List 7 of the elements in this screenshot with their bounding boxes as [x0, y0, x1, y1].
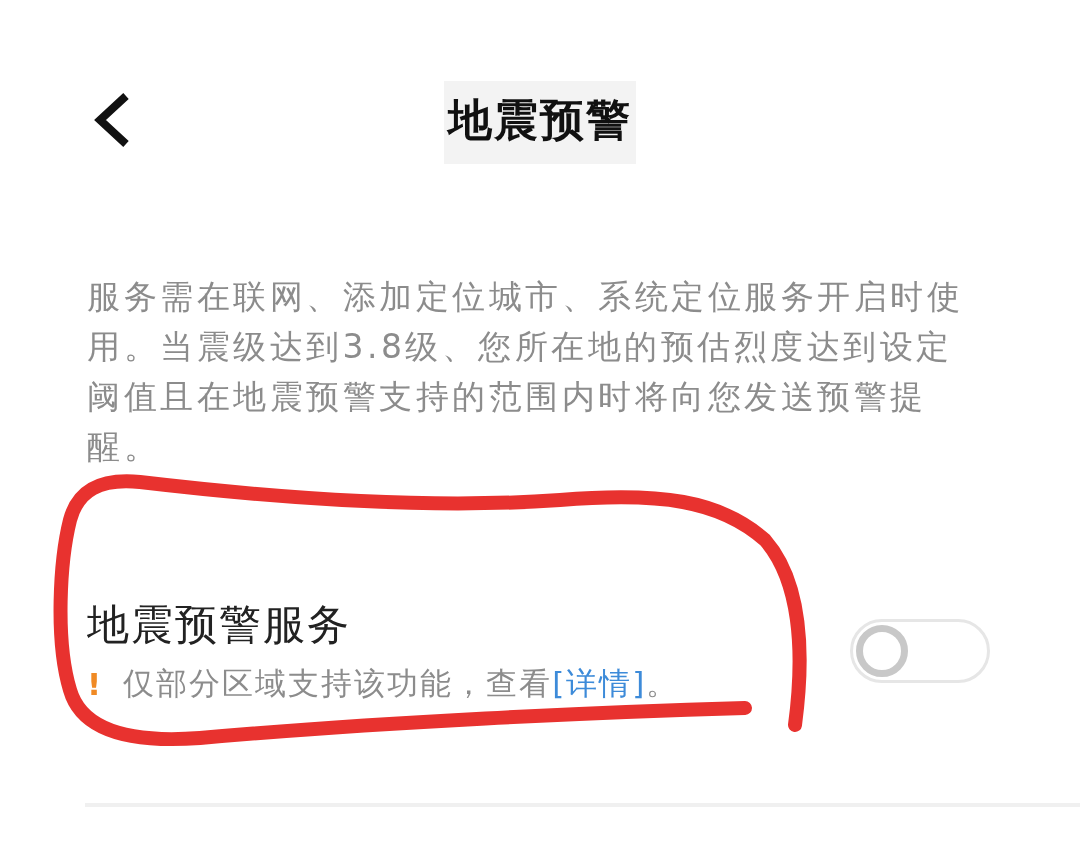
note-text: 仅部分区域支持该功能，查看	[123, 664, 553, 703]
note-end: 。	[646, 664, 680, 703]
service-title: 地震预警服务	[87, 599, 352, 651]
warning-mark: !	[87, 666, 104, 702]
details-link[interactable]: [详情]	[552, 663, 647, 705]
description-text: 服务需在联网、添加定位城市、系统定位服务开启时使用。当震级达到3.8级、您所在地的预估烈度达到设定阈值且在地震预警支持的范围内时将向您发送预警提醒。	[87, 276, 964, 468]
page-title: 地震预警	[444, 80, 636, 164]
